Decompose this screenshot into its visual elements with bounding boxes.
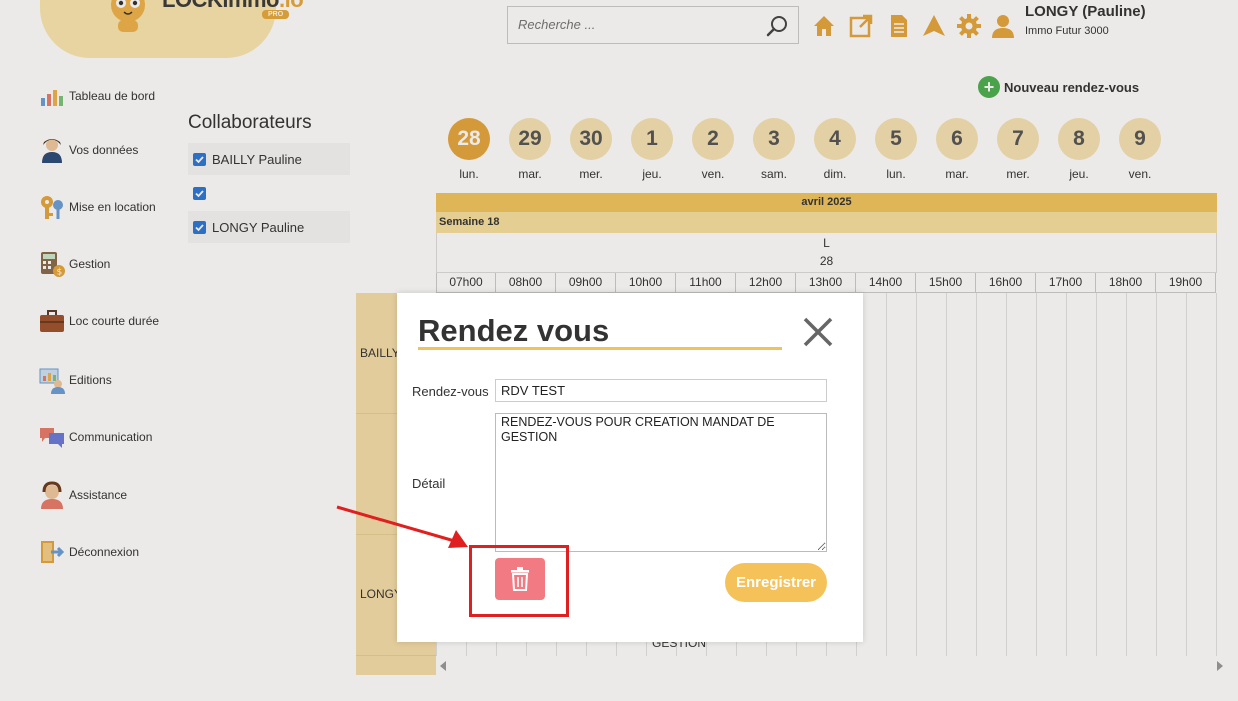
save-button[interactable]: Enregistrer	[725, 563, 827, 602]
annotation-arrow	[336, 505, 468, 548]
detail-textarea[interactable]: RENDEZ-VOUS POUR CREATION MANDAT DE GEST…	[495, 413, 827, 552]
title-underline	[418, 347, 782, 350]
detail-label: Détail	[412, 476, 446, 491]
annotation-highlight-box	[469, 545, 569, 617]
rdv-input[interactable]	[495, 379, 827, 402]
app-root: LOCKimmo.io PRO LONGY (Paulin	[0, 0, 1238, 701]
modal-title: Rendez vous	[418, 313, 610, 348]
close-icon[interactable]	[799, 313, 837, 351]
appointment-modal: Rendez vous Rendez-vous Détail RENDEZ-VO…	[397, 293, 863, 642]
rdv-label: Rendez-vous	[412, 384, 489, 399]
